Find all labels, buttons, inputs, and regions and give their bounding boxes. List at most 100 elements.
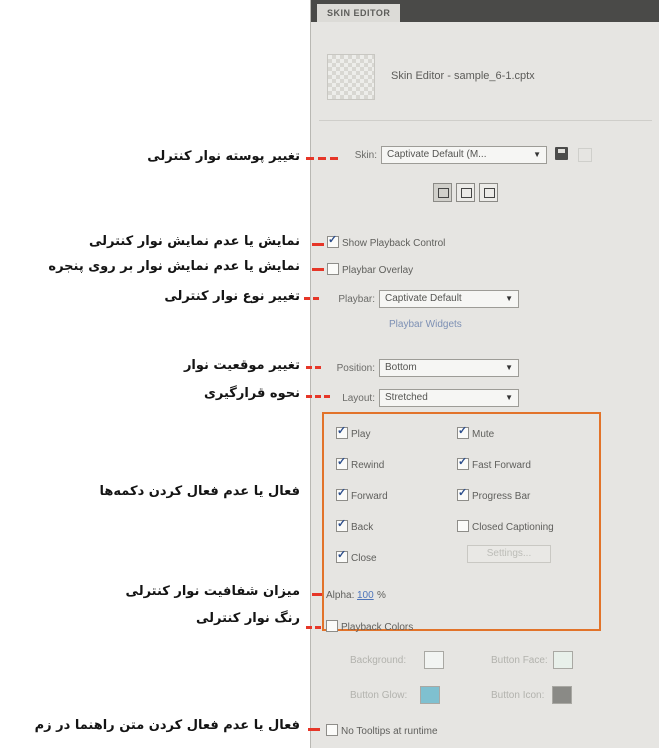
- checkbox-box: [457, 456, 469, 470]
- annotation-alpha: میزان شفافیت نوار کنترلی: [125, 584, 300, 599]
- button-icon-label: Button Icon:: [491, 690, 545, 701]
- border-icon: [461, 188, 472, 198]
- borders-view-button[interactable]: [456, 183, 475, 202]
- pointer-line: [312, 243, 324, 246]
- position-label: Position:: [336, 363, 375, 374]
- annotation-colors: رنگ نوار کنترلی: [196, 611, 300, 626]
- panel-tab-bar: SKIN EDITOR: [311, 0, 659, 22]
- playbar-select[interactable]: Captivate Default ▼: [379, 290, 519, 308]
- tab-skin-editor[interactable]: SKIN EDITOR: [317, 4, 401, 22]
- annotation-position: تغییر موقعیت نوار: [183, 358, 300, 373]
- pointer-line: [312, 593, 322, 596]
- checkbox-box: [336, 549, 348, 563]
- no-tooltips-checkbox[interactable]: No Tooltips at runtime: [326, 724, 438, 738]
- background-color-swatch: [424, 651, 444, 669]
- delete-icon: [578, 148, 592, 162]
- checkbox-box: [457, 487, 469, 501]
- annotation-skin: تغییر پوسته نوار کنترلی: [147, 149, 300, 164]
- checkbox-box: [457, 425, 469, 439]
- playbar-widgets-link[interactable]: Playbar Widgets: [389, 319, 462, 330]
- button-face-swatch: [553, 651, 573, 669]
- play-checkbox[interactable]: Play: [336, 425, 371, 441]
- button-glow-swatch: [420, 686, 440, 704]
- annotation-playbar-type: تغییر نوع نوار کنترلی: [164, 289, 300, 304]
- skin-editor-panel: SKIN EDITOR Skin Editor - sample_6-1.cpt…: [310, 0, 659, 748]
- checkbox-label: Rewind: [351, 460, 385, 471]
- checkbox-box: [326, 724, 338, 736]
- button-glow-label: Button Glow:: [350, 690, 408, 701]
- checkbox-label: Play: [351, 429, 371, 440]
- pointer-line: [308, 728, 320, 731]
- mute-checkbox[interactable]: Mute: [457, 425, 495, 441]
- show-playback-control-checkbox[interactable]: Show Playback Control: [327, 234, 446, 250]
- layout-select[interactable]: Stretched ▼: [379, 389, 519, 407]
- alpha-label: Alpha:: [326, 590, 355, 601]
- pointer-line: [306, 395, 332, 398]
- pointer-line: [306, 626, 322, 629]
- close-checkbox[interactable]: Close: [336, 549, 377, 565]
- playbar-label: Playbar:: [338, 294, 375, 305]
- pointer-line: [306, 157, 342, 160]
- pointer-line: [304, 297, 322, 300]
- chevron-down-icon: ▼: [533, 150, 541, 159]
- position-select-value: Bottom: [385, 362, 417, 373]
- alpha-unit: %: [377, 590, 386, 601]
- checkbox-label: Fast Forward: [472, 460, 531, 471]
- annotation-tooltips: فعال یا عدم فعال کردن متن راهنما در زم: [34, 718, 300, 733]
- skin-label: Skin:: [354, 150, 377, 161]
- playbar-overlay-checkbox[interactable]: Playbar Overlay: [327, 263, 413, 277]
- checkbox-box: [327, 234, 339, 248]
- checkbox-label: Mute: [472, 429, 495, 440]
- playbar-select-value: Captivate Default: [385, 293, 462, 304]
- toc-icon: [484, 188, 495, 198]
- playbar-icon: [438, 188, 449, 198]
- checkbox-box: [327, 263, 339, 275]
- forward-checkbox[interactable]: Forward: [336, 487, 388, 503]
- button-face-label: Button Face:: [491, 655, 548, 666]
- chevron-down-icon: ▼: [505, 363, 513, 372]
- annotation-buttons: فعال یا عدم فعال کردن دکمه‌ها: [99, 484, 300, 499]
- checkbox-box: [457, 520, 469, 532]
- annotation-layout: نحوه قرارگیری: [203, 386, 300, 401]
- pointer-line: [306, 366, 324, 369]
- checkbox-label: Playback Colors: [341, 622, 414, 633]
- closed-captioning-checkbox[interactable]: Closed Captioning: [457, 520, 554, 534]
- checkbox-label: Closed Captioning: [472, 522, 554, 533]
- rewind-checkbox[interactable]: Rewind: [336, 456, 385, 472]
- annotation-show-playback: نمایش یا عدم نمایش نوار کنترلی: [88, 234, 300, 249]
- save-icon[interactable]: [555, 147, 568, 160]
- layout-select-value: Stretched: [385, 392, 428, 403]
- skin-select[interactable]: Captivate Default (M... ▼: [381, 146, 547, 164]
- settings-button: Settings...: [467, 545, 551, 563]
- checkbox-label: Close: [351, 553, 377, 564]
- skin-file-title: Skin Editor - sample_6-1.cptx: [391, 70, 535, 82]
- checkbox-box: [336, 518, 348, 532]
- checkbox-label: Playbar Overlay: [342, 265, 414, 276]
- checkbox-box: [336, 425, 348, 439]
- chevron-down-icon: ▼: [505, 393, 513, 402]
- playback-control-view-button[interactable]: [433, 183, 452, 202]
- chevron-down-icon: ▼: [505, 294, 513, 303]
- skin-thumbnail: [327, 54, 375, 100]
- checkbox-box: [336, 456, 348, 470]
- fast-forward-checkbox[interactable]: Fast Forward: [457, 456, 531, 472]
- checkbox-label: Back: [351, 522, 374, 533]
- annotation-overlay: نمایش یا عدم نمایش نوار بر روی پنجره: [48, 259, 300, 274]
- back-checkbox[interactable]: Back: [336, 518, 374, 534]
- background-color-label: Background:: [350, 655, 407, 666]
- alpha-value[interactable]: 100: [357, 590, 374, 602]
- position-select[interactable]: Bottom ▼: [379, 359, 519, 377]
- playback-colors-checkbox[interactable]: Playback Colors: [326, 620, 413, 634]
- checkbox-label: Forward: [351, 491, 388, 502]
- progress-bar-checkbox[interactable]: Progress Bar: [457, 487, 531, 503]
- checkbox-label: Show Playback Control: [342, 238, 446, 249]
- checkbox-label: No Tooltips at runtime: [341, 726, 438, 737]
- checkbox-box: [336, 487, 348, 501]
- checkbox-label: Progress Bar: [472, 491, 531, 502]
- button-icon-swatch: [552, 686, 572, 704]
- skin-select-value: Captivate Default (M...: [387, 149, 487, 160]
- pointer-line: [312, 268, 324, 271]
- checkbox-box: [326, 620, 338, 632]
- divider: [319, 120, 652, 121]
- toc-view-button[interactable]: [479, 183, 498, 202]
